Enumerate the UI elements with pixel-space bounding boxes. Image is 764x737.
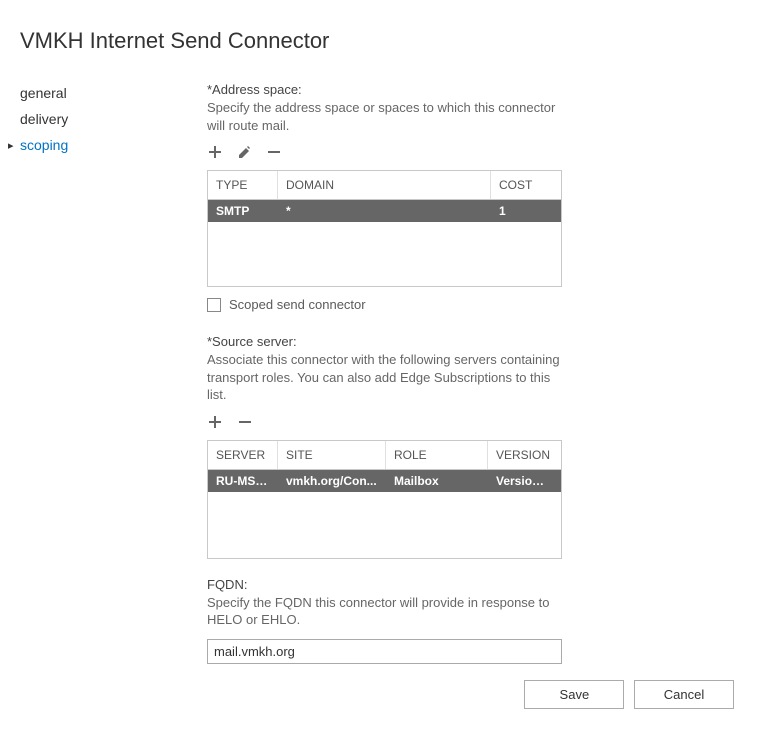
source-server-table: SERVER SITE ROLE VERSION RU-MSK... vmkh.… [207, 440, 562, 559]
scoped-checkbox-label: Scoped send connector [229, 297, 366, 312]
address-space-desc: Specify the address space or spaces to w… [207, 99, 562, 134]
minus-icon[interactable] [237, 414, 255, 432]
minus-icon[interactable] [266, 144, 284, 162]
sidebar-item-delivery[interactable]: delivery [8, 106, 185, 132]
plus-icon[interactable] [207, 144, 225, 162]
cancel-button[interactable]: Cancel [634, 680, 734, 709]
table-row[interactable]: SMTP * 1 [208, 200, 561, 222]
page-title: VMKH Internet Send Connector [0, 0, 764, 54]
main-panel: *Address space: Specify the address spac… [185, 74, 764, 664]
header-domain[interactable]: DOMAIN [278, 171, 491, 199]
address-space-toolbar [207, 144, 734, 162]
sidebar-item-scoping[interactable]: scoping [8, 132, 185, 158]
table-body-empty [208, 492, 561, 558]
header-server[interactable]: SERVER [208, 441, 278, 469]
source-server-toolbar [207, 414, 734, 432]
table-header: TYPE DOMAIN COST [208, 171, 561, 200]
plus-icon[interactable] [207, 414, 225, 432]
source-server-desc: Associate this connector with the follow… [207, 351, 562, 404]
table-row[interactable]: RU-MSK... vmkh.org/Con... Mailbox Versio… [208, 470, 561, 492]
cell-cost: 1 [491, 200, 557, 222]
scoped-checkbox[interactable] [207, 298, 221, 312]
cell-server: RU-MSK... [208, 470, 278, 492]
source-server-label: *Source server: [207, 334, 734, 349]
fqdn-desc: Specify the FQDN this connector will pro… [207, 594, 562, 629]
header-role[interactable]: ROLE [386, 441, 488, 469]
fqdn-input[interactable] [207, 639, 562, 664]
cell-role: Mailbox [386, 470, 488, 492]
sidebar: general delivery scoping [0, 74, 185, 664]
header-cost[interactable]: COST [491, 171, 557, 199]
address-space-label: *Address space: [207, 82, 734, 97]
cell-version: Version ... [488, 470, 557, 492]
save-button[interactable]: Save [524, 680, 624, 709]
header-version[interactable]: VERSION [488, 441, 557, 469]
pencil-icon[interactable] [237, 144, 255, 162]
address-space-table: TYPE DOMAIN COST SMTP * 1 [207, 170, 562, 287]
cell-type: SMTP [208, 200, 278, 222]
sidebar-item-general[interactable]: general [8, 80, 185, 106]
table-header: SERVER SITE ROLE VERSION [208, 441, 561, 470]
header-site[interactable]: SITE [278, 441, 386, 469]
fqdn-label: FQDN: [207, 577, 734, 592]
cell-site: vmkh.org/Con... [278, 470, 386, 492]
dialog-buttons: Save Cancel [518, 680, 734, 709]
cell-domain: * [278, 200, 491, 222]
table-body-empty [208, 222, 561, 286]
header-type[interactable]: TYPE [208, 171, 278, 199]
